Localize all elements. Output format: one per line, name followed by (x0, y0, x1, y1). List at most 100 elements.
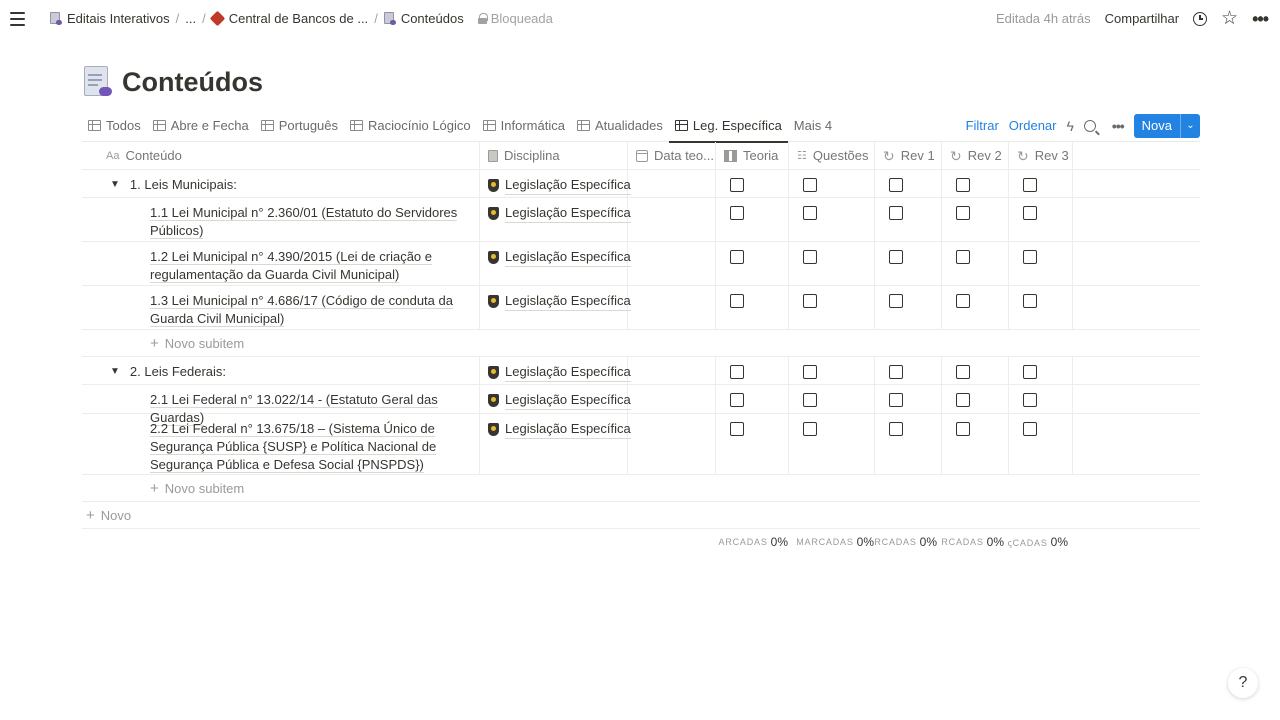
header-rev1[interactable]: ↻ Rev 1 (875, 142, 942, 169)
search-icon[interactable] (1083, 119, 1096, 132)
row-title[interactable]: 1.2 Lei Municipal n° 4.390/2015 (Lei de … (150, 249, 432, 283)
disciplina-link[interactable]: Legislação Específica (505, 420, 631, 439)
tab-atualidades[interactable]: Atualidades (571, 110, 669, 142)
row-date-cell[interactable] (628, 357, 716, 384)
rev2-checkbox[interactable] (956, 422, 970, 436)
questoes-checkbox[interactable] (803, 294, 817, 308)
teoria-checkbox[interactable] (730, 250, 744, 264)
row-date-cell[interactable] (628, 414, 716, 474)
rev3-checkbox[interactable] (1023, 422, 1037, 436)
new-row-button[interactable]: + Novo (82, 502, 1200, 529)
history-icon[interactable] (1193, 11, 1208, 26)
teoria-checkbox[interactable] (730, 422, 744, 436)
row-name-cell[interactable]: ▼ 1. Leis Municipais: (82, 170, 480, 197)
rev3-checkbox[interactable] (1023, 206, 1037, 220)
header-data[interactable]: Data teo... (628, 142, 716, 169)
sort-button[interactable]: Ordenar (1009, 118, 1057, 133)
help-button[interactable]: ? (1228, 668, 1258, 698)
row-name-cell[interactable]: 2.1 Lei Federal n° 13.022/14 - (Estatuto… (82, 385, 480, 426)
rev3-checkbox[interactable] (1023, 393, 1037, 407)
tab-todos[interactable]: Todos (82, 110, 147, 142)
questoes-checkbox[interactable] (803, 178, 817, 192)
locked-indicator[interactable]: Bloqueada (477, 11, 553, 26)
header-teoria[interactable]: Teoria (716, 142, 789, 169)
view-more-icon[interactable]: ••• (1112, 118, 1125, 134)
teoria-checkbox[interactable] (730, 393, 744, 407)
rev2-checkbox[interactable] (956, 294, 970, 308)
summary-rev3[interactable]: ꞔCADAS 0% (1008, 535, 1068, 549)
questoes-checkbox[interactable] (803, 206, 817, 220)
breadcrumb-conteudos[interactable]: Conteúdos (380, 9, 468, 28)
summary-rev2[interactable]: RCADAS 0% (941, 535, 1004, 549)
row-name-cell[interactable]: 2.2 Lei Federal n° 13.675/18 – (Sistema … (82, 414, 480, 474)
page-emoji-icon[interactable] (82, 66, 112, 98)
tab-more[interactable]: Mais 4 (788, 110, 838, 142)
more-options-icon[interactable]: ••• (1252, 10, 1269, 28)
share-button[interactable]: Compartilhar (1105, 11, 1179, 26)
row-name-cell[interactable]: ▼ 2. Leis Federais: (82, 357, 480, 384)
automation-bolt-icon[interactable]: ϟ (1067, 118, 1074, 134)
tab-raciocinio-logico[interactable]: Raciocínio Lógico (344, 110, 477, 142)
new-button[interactable]: Nova ⌄ (1133, 113, 1200, 138)
rev3-checkbox[interactable] (1023, 294, 1037, 308)
row-title[interactable]: 2. Leis Federais: (130, 363, 226, 381)
row-disciplina-cell[interactable]: Legislação Específica (480, 170, 631, 197)
header-rev3[interactable]: ↻ Rev 3 (1009, 142, 1073, 169)
menu-icon[interactable] (10, 9, 30, 29)
rev2-checkbox[interactable] (956, 178, 970, 192)
rev3-checkbox[interactable] (1023, 178, 1037, 192)
questoes-checkbox[interactable] (803, 393, 817, 407)
rev1-checkbox[interactable] (889, 294, 903, 308)
rev2-checkbox[interactable] (956, 206, 970, 220)
tab-informatica[interactable]: Informática (477, 110, 571, 142)
breadcrumb-editais[interactable]: Editais Interativos (46, 9, 174, 28)
row-name-cell[interactable]: 1.1 Lei Municipal n° 2.360/01 (Estatuto … (82, 198, 480, 241)
row-date-cell[interactable] (628, 242, 716, 285)
toggle-triangle-icon[interactable]: ▼ (110, 366, 120, 377)
row-date-cell[interactable] (628, 198, 716, 241)
row-title[interactable]: 2.2 Lei Federal n° 13.675/18 – (Sistema … (150, 421, 437, 473)
questoes-checkbox[interactable] (803, 250, 817, 264)
tab-leg-especifica[interactable]: Leg. Específica (668, 110, 788, 143)
new-subitem-button[interactable]: + Novo subitem (82, 330, 1200, 357)
rev1-checkbox[interactable] (889, 393, 903, 407)
tab-portugues[interactable]: Português (255, 110, 344, 142)
rev1-checkbox[interactable] (889, 206, 903, 220)
star-icon[interactable]: ☆ (1221, 9, 1238, 28)
chevron-down-icon[interactable]: ⌄ (1180, 113, 1200, 138)
breadcrumb-central[interactable]: Central de Bancos de ... (208, 9, 372, 28)
disciplina-link[interactable]: Legislação Específica (505, 176, 631, 195)
new-subitem-button[interactable]: + Novo subitem (82, 475, 1200, 502)
summary-questoes[interactable]: MARCADAS 0% (788, 535, 874, 549)
rev2-checkbox[interactable] (956, 250, 970, 264)
rev2-checkbox[interactable] (956, 365, 970, 379)
row-disciplina-cell[interactable]: Legislação Específica (480, 414, 631, 474)
rev1-checkbox[interactable] (889, 365, 903, 379)
disciplina-link[interactable]: Legislação Específica (505, 204, 631, 223)
row-date-cell[interactable] (628, 286, 716, 329)
row-date-cell[interactable] (628, 170, 716, 197)
row-title[interactable]: 1. Leis Municipais: (130, 176, 237, 194)
row-disciplina-cell[interactable]: Legislação Específica (480, 385, 631, 413)
header-disciplina[interactable]: Disciplina (480, 142, 628, 169)
rev1-checkbox[interactable] (889, 422, 903, 436)
questoes-checkbox[interactable] (803, 365, 817, 379)
page-title[interactable]: Conteúdos (122, 67, 263, 98)
header-questoes[interactable]: ☷ Questões (789, 142, 875, 169)
teoria-checkbox[interactable] (730, 178, 744, 192)
rev3-checkbox[interactable] (1023, 365, 1037, 379)
disciplina-link[interactable]: Legislação Específica (505, 292, 631, 311)
row-disciplina-cell[interactable]: Legislação Específica (480, 286, 631, 329)
rev2-checkbox[interactable] (956, 393, 970, 407)
rev3-checkbox[interactable] (1023, 250, 1037, 264)
summary-rev1[interactable]: RCADAS 0% (874, 535, 937, 549)
rev1-checkbox[interactable] (889, 250, 903, 264)
tab-abre-e-fecha[interactable]: Abre e Fecha (147, 110, 255, 142)
header-conteudo[interactable]: Aa Conteúdo (82, 142, 480, 169)
row-name-cell[interactable]: 1.2 Lei Municipal n° 4.390/2015 (Lei de … (82, 242, 480, 285)
row-disciplina-cell[interactable]: Legislação Específica (480, 198, 631, 241)
questoes-checkbox[interactable] (803, 422, 817, 436)
teoria-checkbox[interactable] (730, 365, 744, 379)
disciplina-link[interactable]: Legislação Específica (505, 248, 631, 267)
row-disciplina-cell[interactable]: Legislação Específica (480, 357, 631, 384)
